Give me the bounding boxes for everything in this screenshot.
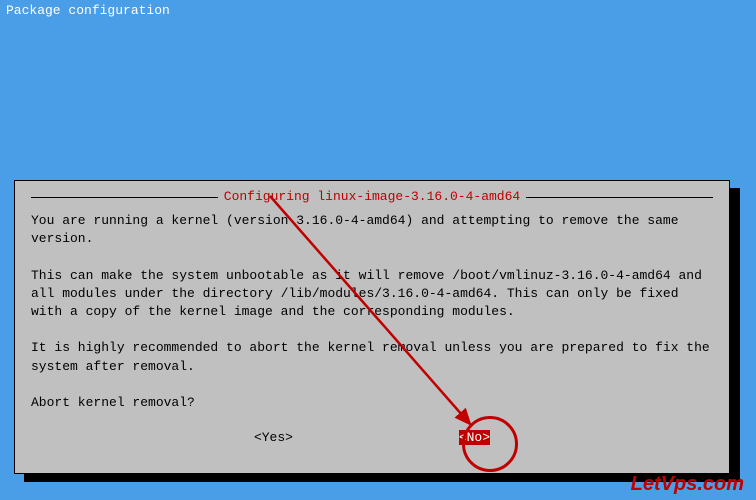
config-dialog: Configuring linux-image-3.16.0-4-amd64 Y… bbox=[14, 180, 730, 474]
dialog-title: Configuring linux-image-3.16.0-4-amd64 bbox=[218, 189, 526, 204]
dialog-title-wrap: Configuring linux-image-3.16.0-4-amd64 bbox=[31, 189, 713, 204]
button-row: <Yes> <No> bbox=[31, 430, 713, 445]
dialog-body-text: You are running a kernel (version 3.16.0… bbox=[31, 212, 713, 412]
header-bar: Package configuration bbox=[0, 0, 756, 21]
no-button[interactable]: <No> bbox=[459, 430, 490, 445]
watermark-text: LetVps.com bbox=[631, 473, 744, 496]
yes-button[interactable]: <Yes> bbox=[254, 430, 293, 445]
header-title: Package configuration bbox=[6, 3, 170, 18]
